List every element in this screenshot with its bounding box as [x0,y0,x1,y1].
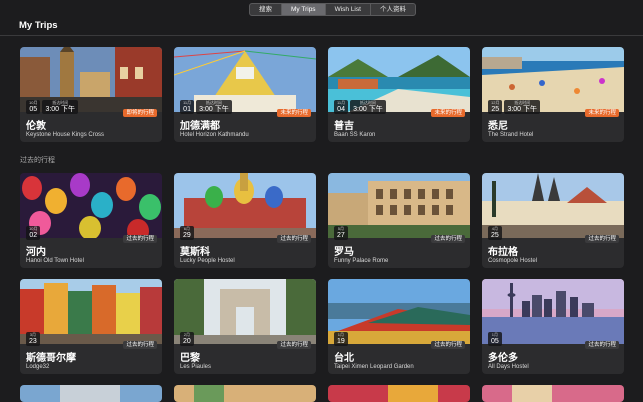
trip-city: 加德满都 [180,121,220,132]
trip-city: 布拉格 [488,247,518,258]
status-badge: 过去的行程 [123,235,157,243]
trip-card-toronto[interactable]: 1月 05 过去的行程 多伦多 All Days Hostel [482,279,624,374]
trip-photo [482,279,624,344]
page-title: My Trips [19,20,58,31]
trip-hotel: Lodge32 [26,364,50,370]
status-badge: 过去的行程 [585,341,619,349]
trip-hotel: Hanoi Old Town Hotel [26,258,84,264]
status-badge: 未来的行程 [431,109,465,117]
trip-card-paris[interactable]: 2月 20 过去的行程 巴黎 Les Piaules [174,279,316,374]
trip-hotel: All Days Hostel [488,364,529,370]
trip-date-chip: 12月 25 [488,100,503,114]
tab-wish-list[interactable]: Wish List [326,4,371,15]
trip-time-chip: 抵达时间 3:00 下午 [196,100,232,114]
trip-time-chip: 抵达时间 3:00 下午 [504,100,541,114]
trip-hotel: Taipei Ximen Leopard Garden [334,364,414,370]
trip-hotel: Funny Palace Rome [334,258,389,264]
trip-hotel: Hotel Horizon Kathmandu [180,132,249,138]
status-badge: 即将的行程 [123,109,157,117]
main-tab-bar: 搜索 My Trips Wish List 个人资料 [249,3,416,16]
status-badge: 过去的行程 [123,341,157,349]
trip-date-chip: 1月 05 [488,332,502,346]
trip-hotel: Keystone House Kings Cross [26,132,105,138]
trip-card-prague[interactable]: 4月 25 过去的行程 布拉格 Cosmopole Hostel [482,173,624,268]
trip-city: 普吉 [334,121,354,132]
trip-photo [328,279,470,344]
trip-date-chip: 5月 27 [334,226,348,240]
trip-card-kathmandu[interactable]: 11月 01 抵达时间 3:00 下午 未来的行程 加德满都 Hotel Horiz… [174,47,316,142]
trip-time-chip: 抵达时间 3:00 下午 [42,100,79,114]
status-badge: 过去的行程 [585,235,619,243]
trip-hotel: The Strand Hotel [488,132,534,138]
status-badge: 过去的行程 [431,341,465,349]
trip-date-chip: 11月 01 [180,100,195,114]
trip-date-chip: 10月 05 [26,100,41,114]
trip-photo [20,173,162,238]
trip-date-chip: 1月 19 [334,332,348,346]
trip-date-chip: 4月 25 [488,226,502,240]
trip-date-chip: 11月 04 [334,100,349,114]
trip-card-partial[interactable] [174,385,316,402]
tab-my-trips[interactable]: My Trips [282,4,326,15]
trip-photo [174,173,316,238]
trip-card-partial[interactable] [328,385,470,402]
trip-city: 莫斯科 [180,247,210,258]
trip-photo [482,385,624,402]
trip-hotel: Les Piaules [180,364,212,370]
trip-date-chip: 10月 02 [26,226,41,240]
trip-photo [174,279,316,344]
status-badge: 过去的行程 [277,235,311,243]
trip-card-moscow[interactable]: 6月 29 过去的行程 莫斯科 Lucky People Hostel [174,173,316,268]
past-trips-heading: 过去的行程 [20,157,55,164]
trip-city: 巴黎 [180,353,200,364]
trip-date-chip: 6月 29 [180,226,194,240]
trip-date-chip: 3月 23 [26,332,40,346]
tab-profile[interactable]: 个人资料 [371,4,415,15]
trip-hotel: Cosmopole Hostel [488,258,538,264]
trip-card-partial[interactable] [20,385,162,402]
trip-card-rome[interactable]: 5月 27 过去的行程 罗马 Funny Palace Rome [328,173,470,268]
trip-card-taipei[interactable]: 1月 19 过去的行程 台北 Taipei Ximen Leopard Garde… [328,279,470,374]
trip-card-hanoi[interactable]: 10月 02 过去的行程 河内 Hanoi Old Town Hotel [20,173,162,268]
trip-card-london[interactable]: 10月 05 抵达时间 3:00 下午 即将的行程 伦敦 Keystone Hous… [20,47,162,142]
status-badge: 未来的行程 [277,109,311,117]
trip-photo [20,385,162,402]
trip-photo [328,173,470,238]
trip-hotel: Baan SS Karon [334,132,376,138]
tab-search[interactable]: 搜索 [250,4,282,15]
trip-time-chip: 抵达时间 3:00 下午 [350,100,386,114]
trip-card-partial[interactable] [482,385,624,402]
trip-city: 斯德哥尔摩 [26,353,76,364]
trip-city: 台北 [334,353,354,364]
status-badge: 过去的行程 [277,341,311,349]
status-badge: 过去的行程 [431,235,465,243]
trip-city: 多伦多 [488,353,518,364]
trip-photo [174,385,316,402]
trip-hotel: Lucky People Hostel [180,258,235,264]
trip-photo [482,173,624,238]
trip-photo [20,279,162,344]
trip-city: 罗马 [334,247,354,258]
trip-card-phuket[interactable]: 11月 04 抵达时间 3:00 下午 未来的行程 普吉 Baan SS Karon [328,47,470,142]
title-divider [0,35,643,36]
trip-city: 河内 [26,247,46,258]
trip-city: 悉尼 [488,121,508,132]
status-badge: 未来的行程 [585,109,619,117]
trip-city: 伦敦 [26,121,46,132]
trip-date-chip: 2月 20 [180,332,194,346]
trip-card-stockholm[interactable]: 3月 23 过去的行程 斯德哥尔摩 Lodge32 [20,279,162,374]
trip-card-sydney[interactable]: 12月 25 抵达时间 3:00 下午 未来的行程 悉尼 The Strand Ho… [482,47,624,142]
trip-photo [328,385,470,402]
